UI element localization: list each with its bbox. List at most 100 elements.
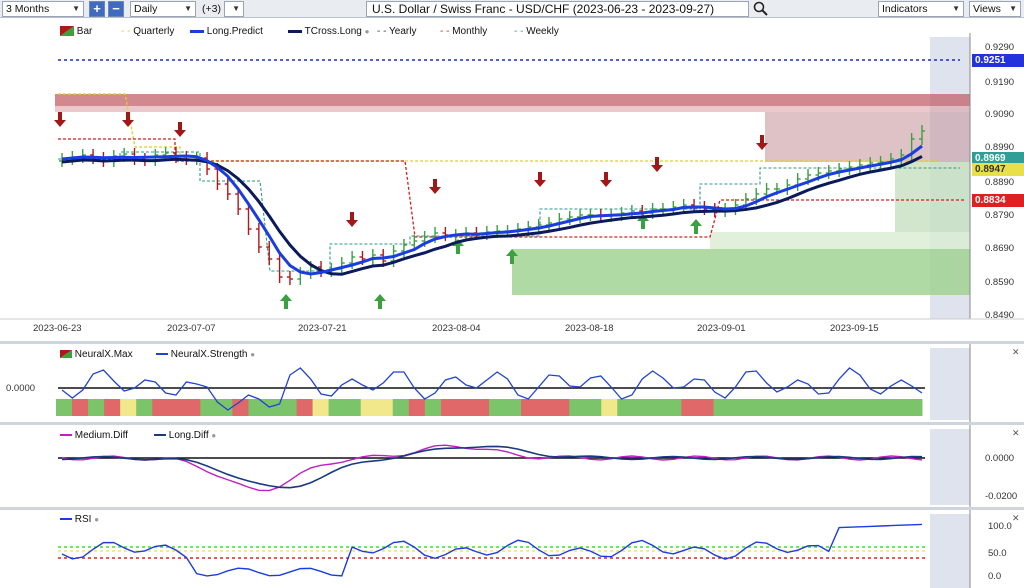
- neural-bar: [472, 399, 490, 416]
- neural-bar: [873, 399, 891, 416]
- neural-bar: [136, 399, 153, 416]
- interval-value: Daily: [134, 3, 158, 15]
- toolbar: 3 Months ▼ + − Daily ▼ (+3) ▼ U.S. Dollar …: [0, 0, 1024, 18]
- y-tick: 0.9090: [985, 109, 1015, 120]
- neural-bar: [777, 399, 795, 416]
- legend-long-predict[interactable]: Long.Predict: [190, 26, 263, 37]
- magnifier-icon[interactable]: [753, 0, 769, 19]
- x-tick: 2023-09-01: [697, 323, 746, 334]
- zoom-in-button[interactable]: +: [89, 1, 105, 17]
- legend-long-diff[interactable]: Long.Diff ●: [154, 430, 216, 441]
- diff-panel[interactable]: Medium.Diff Long.Diff ● 0.0000 -0.0200 ✕: [0, 425, 1024, 507]
- y-label: 0.0000: [6, 383, 36, 394]
- neural-bar: [569, 399, 586, 416]
- resistance-zone: [55, 94, 970, 106]
- resistance-zone-light: [55, 106, 970, 112]
- monthly-price-tag: 0.8834: [972, 194, 1024, 207]
- legend-tcross-long[interactable]: TCross.Long ●: [288, 26, 369, 37]
- neural-bar: [168, 399, 185, 416]
- legend-neural-strength[interactable]: NeuralX.Strength ●: [156, 349, 255, 360]
- neural-bar: [537, 399, 554, 416]
- neural-bar: [392, 399, 410, 416]
- neural-bar: [56, 399, 73, 416]
- neural-bar: [120, 399, 137, 416]
- rsi-line: [61, 523, 923, 577]
- plus-count: (+3): [202, 3, 221, 15]
- sell-arrow: [655, 157, 659, 165]
- main-chart-panel[interactable]: Bar - - Quarterly Long.Predict TCross.Lo…: [0, 19, 1024, 341]
- upper-box: [765, 112, 970, 162]
- chevron-down-icon: ▼: [184, 4, 192, 13]
- neural-panel[interactable]: NeuralX.Max NeuralX.Strength ● 0.0000 ✕: [0, 344, 1024, 422]
- neural-bar: [312, 399, 330, 416]
- neural-bar: [72, 399, 89, 416]
- main-chart-svg: [0, 33, 1024, 320]
- views-select[interactable]: Views ▼: [969, 1, 1021, 17]
- sell-arrow: [760, 135, 764, 143]
- y-tick: 100.0: [988, 521, 1012, 532]
- x-tick: 2023-07-21: [298, 323, 347, 334]
- rsi-panel[interactable]: RSI ● 100.0 50.0 0.0 ✕: [0, 510, 1024, 588]
- neural-bar: [809, 399, 827, 416]
- rsi-svg: [58, 510, 971, 588]
- close-icon[interactable]: ✕: [1012, 513, 1020, 524]
- neural-bar: [408, 399, 426, 416]
- future-zone: [930, 348, 970, 420]
- close-icon[interactable]: ✕: [1012, 347, 1020, 358]
- neural-bar: [489, 399, 506, 416]
- sell-arrow: [604, 172, 608, 180]
- indicators-label: Indicators: [882, 3, 928, 15]
- y-tick: 0.8890: [985, 177, 1015, 188]
- sell-arrow: [178, 122, 182, 130]
- y-tick: 0.8490: [985, 310, 1015, 321]
- neural-bar: [505, 399, 522, 416]
- legend-weekly[interactable]: - - Weekly: [514, 26, 559, 37]
- chevron-down-icon: ▼: [952, 4, 960, 13]
- neural-bar: [296, 399, 314, 416]
- quarterly-price-tag: 0.8947: [972, 163, 1024, 176]
- legend-yearly[interactable]: - - Yearly: [377, 26, 416, 37]
- y-tick: 0.9190: [985, 77, 1015, 88]
- indicators-select[interactable]: Indicators ▼: [878, 1, 964, 17]
- y-tick: 0.9290: [985, 42, 1015, 53]
- neural-bar: [713, 399, 731, 416]
- future-zone: [930, 429, 970, 505]
- chart-title[interactable]: U.S. Dollar / Swiss Franc - USD/CHF (202…: [366, 1, 749, 17]
- legend-bar[interactable]: Bar: [60, 26, 92, 37]
- neural-bar: [456, 399, 474, 416]
- interval-select[interactable]: Daily ▼: [130, 1, 196, 17]
- y-tick: 0.8690: [985, 243, 1015, 254]
- extra-select[interactable]: ▼: [224, 1, 244, 17]
- legend-monthly[interactable]: - - Monthly: [440, 26, 487, 37]
- legend-neural-max[interactable]: NeuralX.Max: [60, 349, 133, 360]
- close-icon[interactable]: ✕: [1012, 428, 1020, 439]
- neural-bar: [889, 399, 907, 416]
- neural-bar: [729, 399, 747, 416]
- neural-bar: [585, 399, 602, 416]
- zoom-out-button[interactable]: −: [108, 1, 124, 17]
- neural-bar: [633, 399, 650, 416]
- neural-bar: [360, 399, 378, 416]
- sell-arrow: [350, 212, 354, 220]
- period-select[interactable]: 3 Months ▼: [2, 1, 84, 17]
- x-tick: 2023-08-04: [432, 323, 481, 334]
- x-tick: 2023-09-15: [830, 323, 879, 334]
- neural-bar: [344, 399, 362, 416]
- legend-medium-diff[interactable]: Medium.Diff: [60, 430, 128, 441]
- neural-bar: [841, 399, 859, 416]
- legend-quarterly[interactable]: - - Quarterly: [121, 26, 174, 37]
- y-tick: 0.0000: [985, 453, 1015, 464]
- chevron-down-icon: ▼: [232, 4, 240, 13]
- neural-bar: [697, 399, 715, 416]
- neural-bar: [200, 399, 217, 416]
- neural-bar: [152, 399, 169, 416]
- neural-bar: [681, 399, 698, 416]
- bar-icon: [60, 26, 74, 37]
- support-box-small: [895, 162, 970, 232]
- legend-rsi[interactable]: RSI ●: [60, 514, 99, 525]
- neural-bar: [793, 399, 811, 416]
- neural-bar: [104, 399, 121, 416]
- neural-bar: [601, 399, 618, 416]
- y-tick: 50.0: [988, 548, 1007, 559]
- neural-bar: [184, 399, 201, 416]
